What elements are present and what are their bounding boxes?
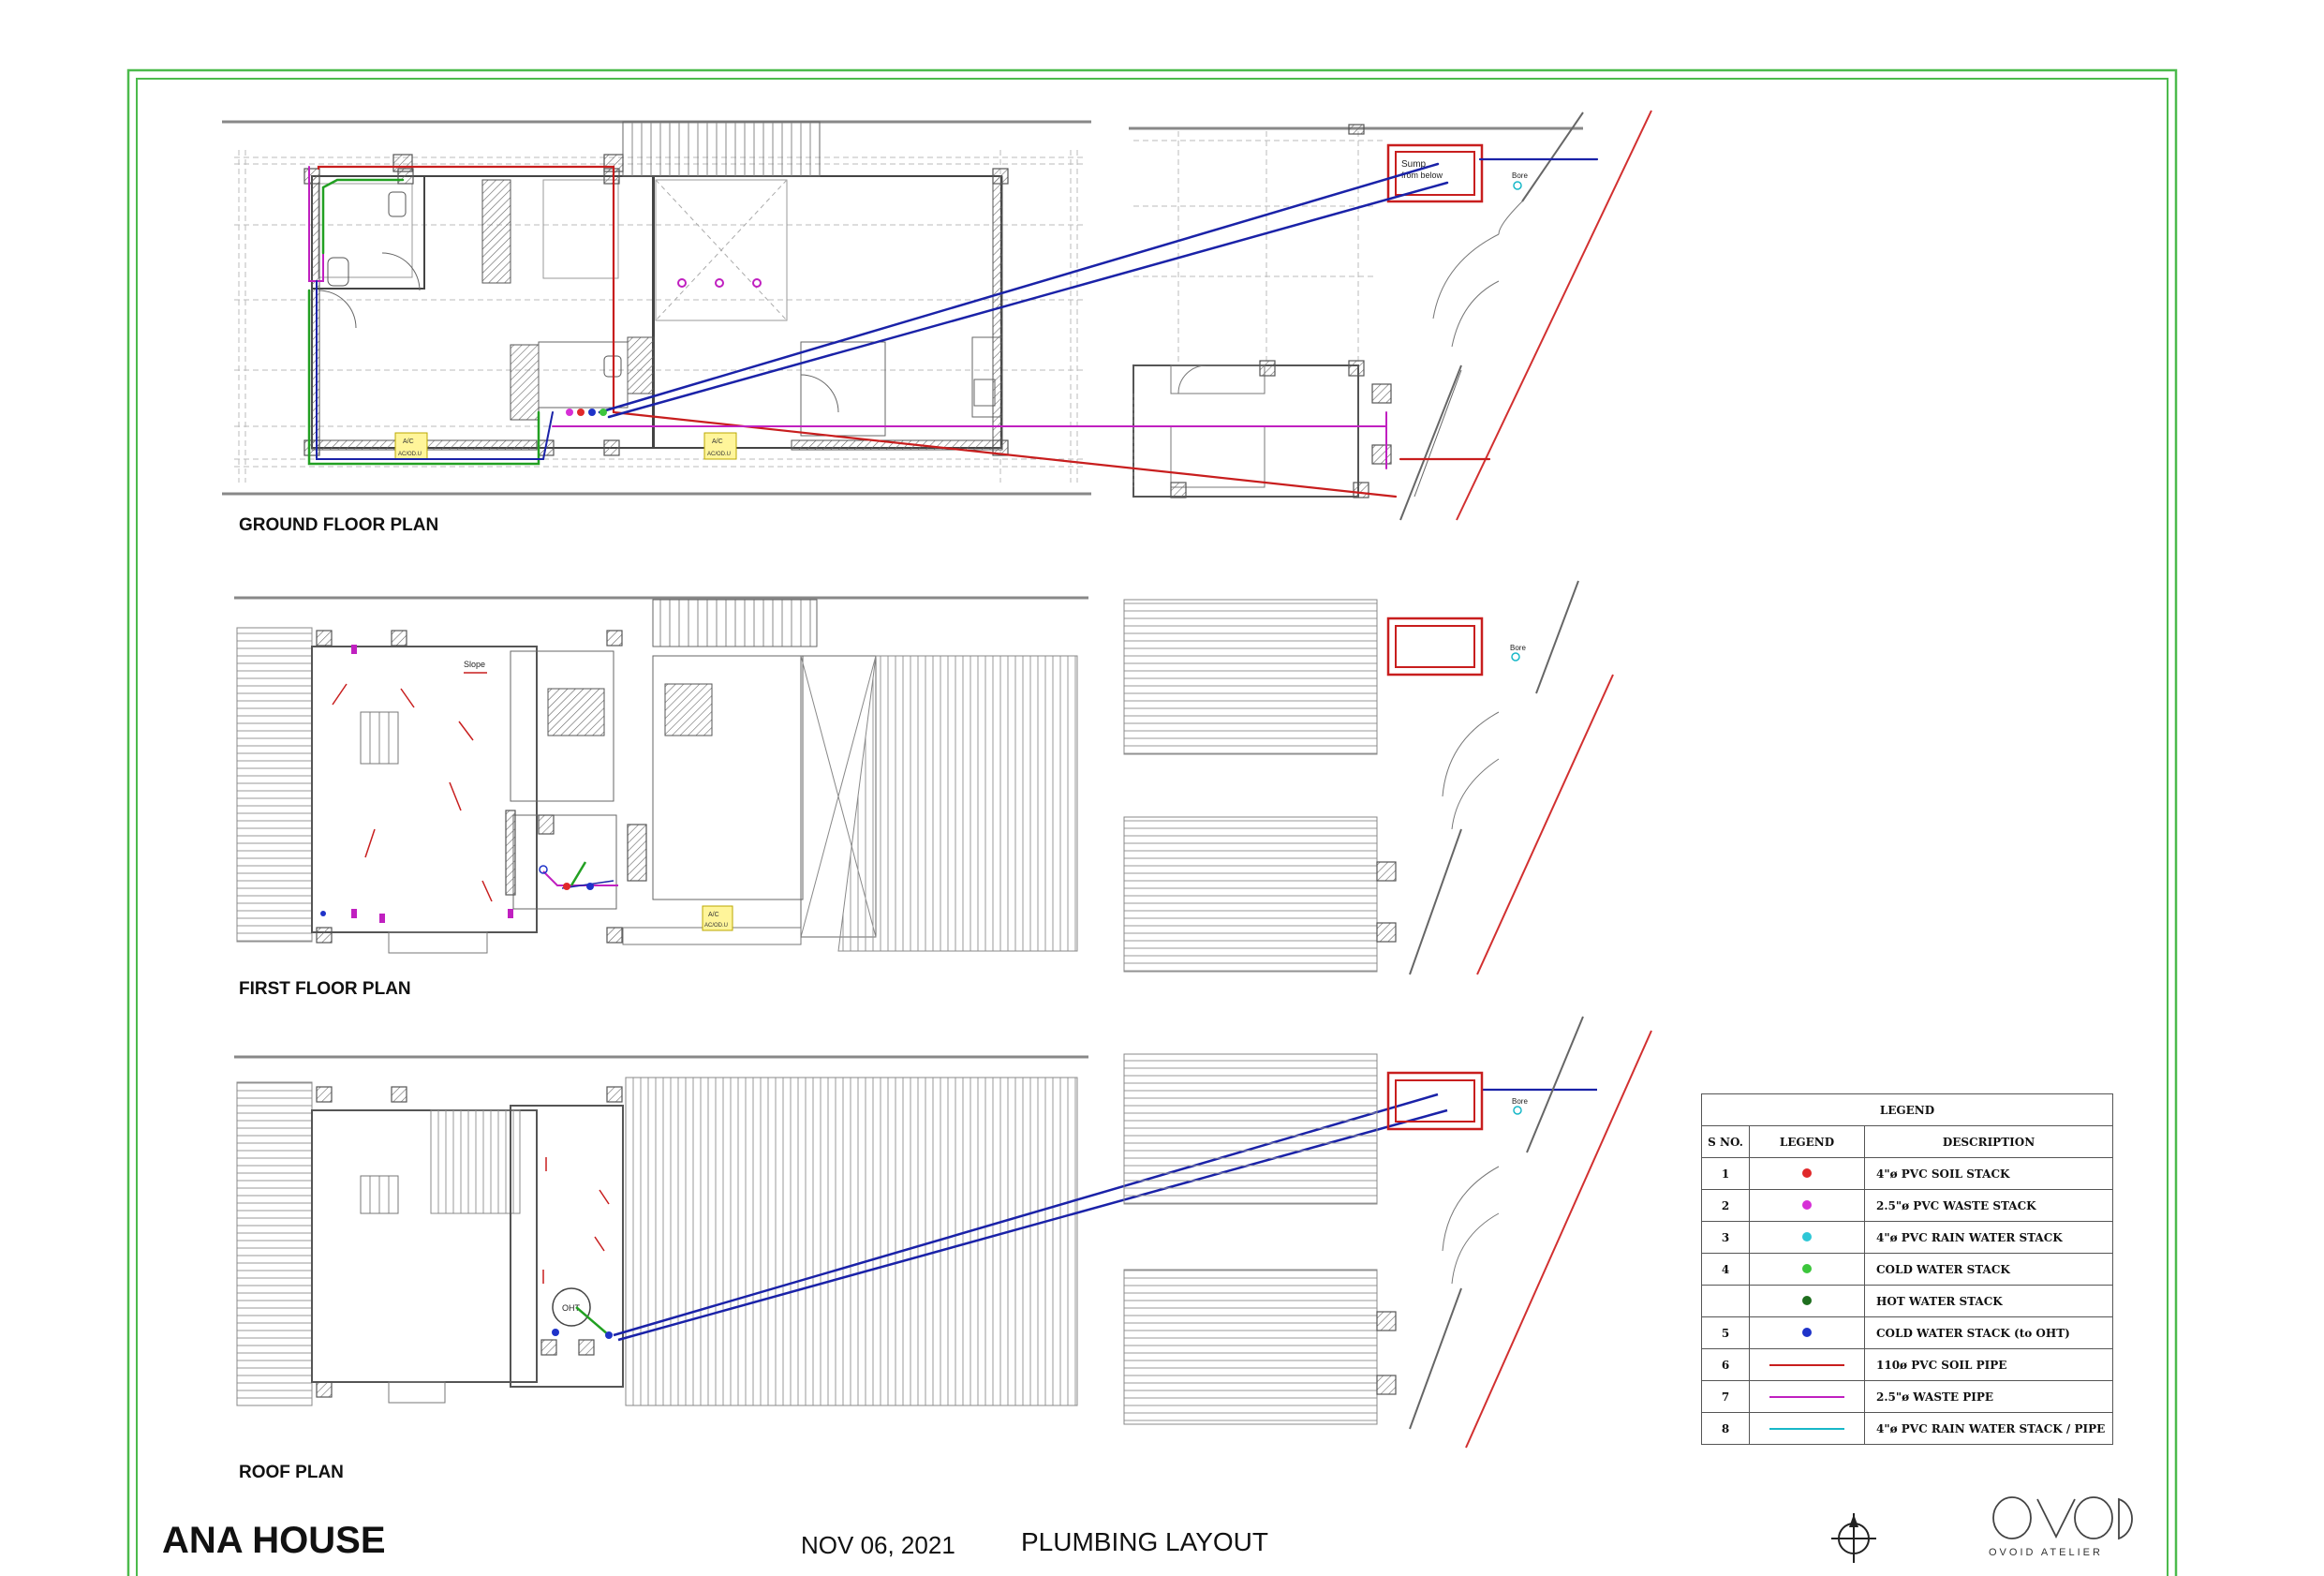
legend-description: 4"ø PVC SOIL STACK bbox=[1864, 1157, 2113, 1190]
stack-dot-icon bbox=[1802, 1199, 1812, 1210]
legend-sno: 3 bbox=[1701, 1221, 1750, 1254]
svg-text:Bore: Bore bbox=[1512, 171, 1528, 180]
drawing-date: NOV 06, 2021 bbox=[801, 1531, 955, 1559]
pipe-line-icon bbox=[1769, 1396, 1844, 1398]
legend-description: 2.5"ø WASTE PIPE bbox=[1864, 1380, 2113, 1413]
legend-sno: 4 bbox=[1701, 1253, 1750, 1286]
legend-title: LEGEND bbox=[1701, 1093, 2113, 1126]
legend-row: 2 2.5"ø PVC WASTE STACK bbox=[1701, 1189, 2113, 1222]
legend-symbol bbox=[1749, 1412, 1865, 1445]
svg-text:AC/OD.U: AC/OD.U bbox=[398, 452, 422, 457]
north-arrow-icon bbox=[1831, 1513, 1876, 1563]
legend-row: 4 COLD WATER STACK bbox=[1701, 1253, 2113, 1286]
svg-text:AC/OD.U: AC/OD.U bbox=[707, 452, 731, 457]
svg-text:Bore: Bore bbox=[1510, 644, 1526, 652]
legend-description: 4"ø PVC RAIN WATER STACK bbox=[1864, 1221, 2113, 1254]
first-floor-plan: Slope A/C AC/OD.U Bore bbox=[234, 580, 1614, 975]
legend-sno: 6 bbox=[1701, 1348, 1750, 1381]
stack-dot-icon bbox=[1802, 1295, 1812, 1305]
stack-dot-icon bbox=[1802, 1231, 1812, 1241]
legend-header-legend: LEGEND bbox=[1749, 1125, 1865, 1158]
stack-dot-icon bbox=[1802, 1167, 1812, 1178]
ground-floor-title: GROUND FLOOR PLAN bbox=[239, 515, 438, 535]
legend-sno: 8 bbox=[1701, 1412, 1750, 1445]
legend-sno bbox=[1701, 1285, 1750, 1317]
pipe-line-icon bbox=[1769, 1364, 1844, 1366]
legend-symbol bbox=[1749, 1157, 1865, 1190]
legend-row: 5 COLD WATER STACK (to OHT) bbox=[1701, 1316, 2113, 1349]
legend-table: LEGEND S NO. LEGEND DESCRIPTION 1 4"ø PVC… bbox=[1701, 1093, 2113, 1445]
legend-symbol bbox=[1749, 1348, 1865, 1381]
legend-description: 110ø PVC SOIL PIPE bbox=[1864, 1348, 2113, 1381]
legend-row: 6 110ø PVC SOIL PIPE bbox=[1701, 1348, 2113, 1381]
svg-text:A/C: A/C bbox=[708, 912, 719, 918]
legend-description: HOT WATER STACK bbox=[1864, 1285, 2113, 1317]
roof-plan: OHT Bore bbox=[234, 1016, 1652, 1449]
legend-symbol bbox=[1749, 1285, 1865, 1317]
studio-logo bbox=[1992, 1496, 2133, 1540]
legend-symbol bbox=[1749, 1189, 1865, 1222]
pipe-line-icon bbox=[1769, 1428, 1844, 1430]
legend-row: 8 4"ø PVC RAIN WATER STACK / PIPE bbox=[1701, 1412, 2113, 1445]
studio-name: OVOID ATELIER bbox=[1989, 1547, 2103, 1558]
legend-header-sno: S NO. bbox=[1701, 1125, 1750, 1158]
svg-text:Slope: Slope bbox=[464, 660, 485, 669]
legend-description: 2.5"ø PVC WASTE STACK bbox=[1864, 1189, 2113, 1222]
svg-text:A/C: A/C bbox=[712, 439, 723, 445]
svg-text:A/C: A/C bbox=[403, 439, 414, 445]
legend-symbol bbox=[1749, 1221, 1865, 1254]
svg-text:AC/OD.U: AC/OD.U bbox=[704, 923, 728, 929]
first-floor-title: FIRST FLOOR PLAN bbox=[239, 979, 411, 999]
legend-sno: 7 bbox=[1701, 1380, 1750, 1413]
legend-row: 7 2.5"ø WASTE PIPE bbox=[1701, 1380, 2113, 1413]
ground-floor-plan: A/C AC/OD.U A/C AC/OD.U Sump from below … bbox=[222, 110, 1652, 521]
legend-row: HOT WATER STACK bbox=[1701, 1285, 2113, 1317]
legend-description: COLD WATER STACK bbox=[1864, 1253, 2113, 1286]
legend-sno: 1 bbox=[1701, 1157, 1750, 1190]
drawing-title: PLUMBING LAYOUT bbox=[1021, 1527, 1268, 1556]
legend-sno: 2 bbox=[1701, 1189, 1750, 1222]
legend-header-description: DESCRIPTION bbox=[1864, 1125, 2113, 1158]
legend-sno: 5 bbox=[1701, 1316, 1750, 1349]
legend-row: 3 4"ø PVC RAIN WATER STACK bbox=[1701, 1221, 2113, 1254]
legend-row: 1 4"ø PVC SOIL STACK bbox=[1701, 1157, 2113, 1190]
legend-symbol bbox=[1749, 1380, 1865, 1413]
project-name: ANA HOUSE bbox=[162, 1520, 386, 1561]
stack-dot-icon bbox=[1802, 1263, 1812, 1273]
roof-plan-title: ROOF PLAN bbox=[239, 1463, 344, 1482]
stack-dot-icon bbox=[1802, 1327, 1812, 1337]
svg-text:Bore: Bore bbox=[1512, 1097, 1528, 1106]
legend-description: 4"ø PVC RAIN WATER STACK / PIPE bbox=[1864, 1412, 2113, 1445]
legend-symbol bbox=[1749, 1253, 1865, 1286]
legend-symbol bbox=[1749, 1316, 1865, 1349]
legend-description: COLD WATER STACK (to OHT) bbox=[1864, 1316, 2113, 1349]
